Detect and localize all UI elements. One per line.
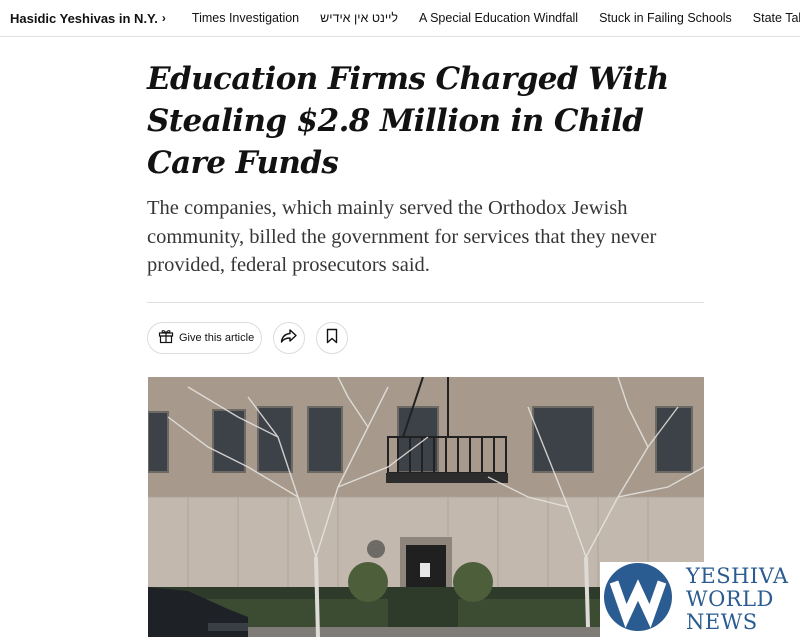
- gift-article-button[interactable]: Give this article: [147, 322, 262, 354]
- gift-article-label: Give this article: [179, 332, 255, 344]
- save-button[interactable]: [316, 322, 348, 354]
- top-navigation: Hasidic Yeshivas in N.Y. › Times Investi…: [0, 0, 800, 37]
- nav-link-failing-schools[interactable]: Stuck in Failing Schools: [599, 11, 732, 25]
- article-headline: Education Firms Charged With Stealing $2…: [147, 61, 669, 181]
- ywn-wordmark: YESHIVA WORLD NEWS: [686, 565, 789, 634]
- share-icon: [280, 328, 298, 349]
- ywn-logo-icon: [600, 560, 680, 640]
- divider: [147, 302, 704, 303]
- nav-link-times-investigation[interactable]: Times Investigation: [192, 11, 299, 25]
- gift-icon: [158, 328, 174, 349]
- ywn-line-3: NEWS: [686, 610, 758, 634]
- nav-link-yiddish[interactable]: ליינט אין אידיש: [320, 11, 398, 25]
- article-summary: The companies, which mainly served the O…: [147, 197, 657, 276]
- share-button[interactable]: [273, 322, 305, 354]
- bookmark-icon: [326, 328, 338, 349]
- ywn-line-1: YESHIVA: [686, 564, 789, 588]
- chevron-right-icon: ›: [161, 11, 166, 25]
- section-link[interactable]: Hasidic Yeshivas in N.Y. ›: [10, 11, 166, 26]
- yeshiva-world-news-watermark: YESHIVA WORLD NEWS: [600, 562, 800, 637]
- nav-link-state-takes[interactable]: State Takes: [753, 11, 800, 25]
- section-label: Hasidic Yeshivas in N.Y.: [10, 10, 158, 26]
- nav-link-special-education[interactable]: A Special Education Windfall: [419, 11, 578, 25]
- ywn-line-2: WORLD: [686, 587, 774, 611]
